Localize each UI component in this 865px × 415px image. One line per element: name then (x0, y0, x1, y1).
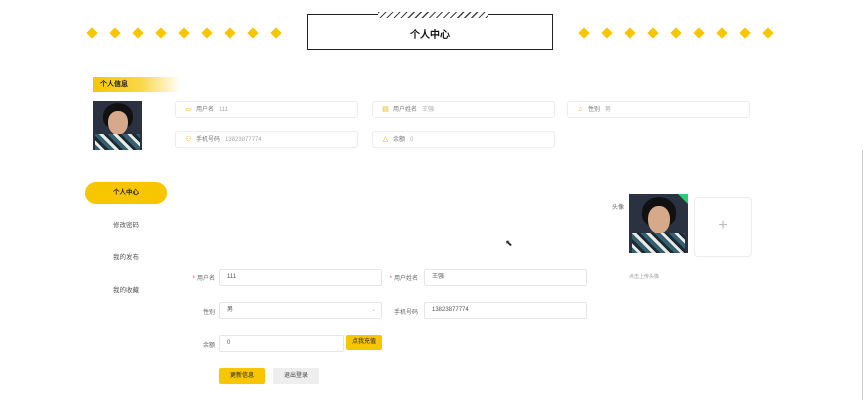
avatar-label: 头像 (612, 205, 625, 211)
current-avatar-image[interactable] (629, 194, 688, 253)
avatar-upload-button[interactable]: + (694, 197, 752, 257)
profile-section-tag: 个人信息 (93, 77, 181, 92)
page-title: 个人中心 (410, 30, 450, 41)
diamond-icon (155, 27, 167, 39)
page-title-box: 个人中心 (307, 12, 553, 50)
realname-input[interactable]: 王强 (424, 269, 587, 286)
diamond-icon (647, 27, 659, 39)
warning-triangle-icon: △ (382, 136, 389, 143)
diamond-icon (132, 27, 144, 39)
home-icon: ⌂ (578, 106, 583, 113)
diamond-icon (201, 27, 213, 39)
diamond-icon (693, 27, 705, 39)
diamond-icon (178, 27, 190, 39)
nav-item-profile[interactable]: 个人中心 (85, 182, 167, 204)
diamond-icon (670, 27, 682, 39)
info-balance: △ 余额 0 (372, 131, 555, 148)
profile-avatar (93, 101, 142, 150)
phone-input[interactable]: 13823877774 (424, 302, 587, 319)
stripe-decoration (378, 12, 488, 18)
diamond-icon (739, 27, 751, 39)
nav-item-my-posts[interactable]: 我的发布 (85, 247, 167, 269)
form-balance-label: 余额 (202, 343, 215, 349)
id-card-icon: ▭ (185, 106, 192, 113)
info-phone: ⚇ 手机号码 13823877774 (175, 131, 358, 148)
info-realname: ▤ 用户姓名 王强 (372, 101, 555, 118)
upload-success-badge (678, 194, 688, 204)
diamond-icon (270, 27, 282, 39)
nav-item-change-password[interactable]: 修改密码 (85, 215, 167, 237)
upload-hint: 点击上传头像 (629, 274, 660, 280)
balance-input[interactable]: 0 (219, 335, 344, 352)
diamond-icon (247, 27, 259, 39)
diamond-icon (601, 27, 613, 39)
diamond-icon (716, 27, 728, 39)
form-realname-label: * 用户姓名 (389, 276, 418, 282)
info-username: ▭ 用户名 111 (175, 101, 358, 118)
diamond-icon (762, 27, 774, 39)
diamond-icon (624, 27, 636, 39)
form-username-label: * 用户名 (192, 276, 215, 282)
logout-button[interactable]: 退出登录 (273, 368, 319, 384)
mouse-cursor-icon: ⬉ (505, 238, 513, 248)
page-scrollbar[interactable] (862, 150, 863, 400)
diamond-icon (224, 27, 236, 39)
update-info-button[interactable]: 更新信息 (219, 368, 265, 384)
diamond-icon (86, 27, 98, 39)
document-icon: ▤ (382, 106, 389, 113)
form-gender-label: 性别 (202, 310, 215, 316)
recharge-button[interactable]: 点我充值 (346, 335, 382, 350)
form-phone-label: 手机号码 (393, 310, 418, 316)
diamond-icon (109, 27, 121, 39)
nav-item-my-favorites[interactable]: 我的收藏 (85, 280, 167, 302)
diamond-icon (578, 27, 590, 39)
info-gender: ⌂ 性别男 (567, 101, 750, 118)
users-icon: ⚇ (185, 136, 192, 143)
